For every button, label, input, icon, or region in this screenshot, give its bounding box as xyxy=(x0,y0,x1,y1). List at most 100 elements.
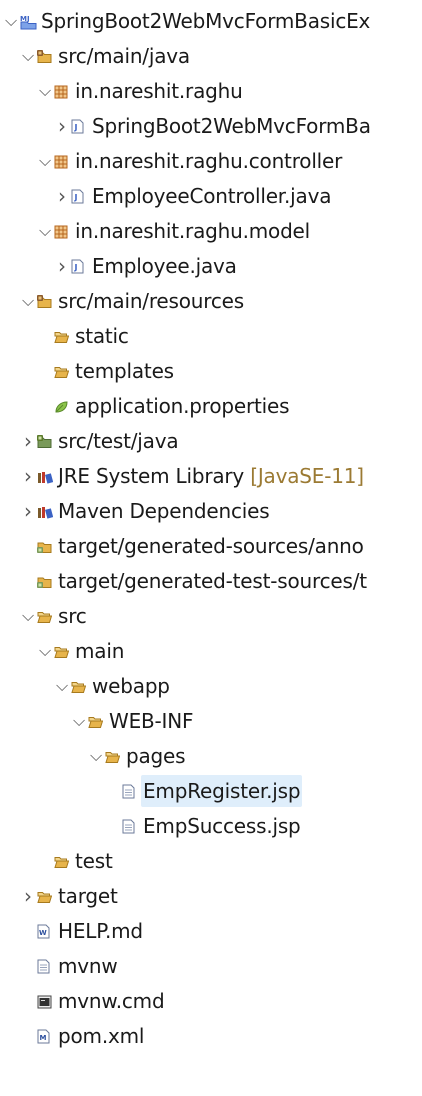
tree-item-label: target/generated-test-sources/t xyxy=(58,569,367,593)
properties-icon xyxy=(54,399,69,413)
tree-item-label: src/test/java xyxy=(58,429,179,453)
tree-item-src-test-java[interactable]: src/test/java xyxy=(0,425,422,457)
folder-icon xyxy=(54,329,70,343)
tree-item-label: src/main/resources xyxy=(58,289,244,313)
markdown-file-icon: W xyxy=(37,924,52,939)
tree-item-label: HELP.md xyxy=(58,919,143,943)
tree-item-label: mvnw.cmd xyxy=(58,989,165,1013)
tree-item-employeecontroller-java[interactable]: J EmployeeController.java xyxy=(0,180,422,212)
tree-item-jre-system-library[interactable]: JRE System Library [JavaSE-11] xyxy=(0,460,422,492)
tree-item-target[interactable]: target xyxy=(0,880,422,912)
tree-item-springboot2webmvcformbasicex[interactable]: MJSpringBoot2WebMvcFormBasicEx xyxy=(0,5,422,37)
tree-item-templates[interactable]: templates xyxy=(0,355,422,387)
source-folder-icon xyxy=(37,49,52,63)
tree-item-in-nareshit-raghu-controller[interactable]: in.nareshit.raghu.controller xyxy=(0,145,422,177)
tree-item-label: EmployeeController.java xyxy=(92,184,332,208)
tree-item-label: in.nareshit.raghu.controller xyxy=(75,149,343,173)
tree-item-label: main xyxy=(75,639,125,663)
tree-item-label: mvnw xyxy=(58,954,118,978)
tree-item-label: pom.xml xyxy=(58,1024,145,1048)
tree-item-target-generated-test-sources-t[interactable]: target/generated-test-sources/t xyxy=(0,565,422,597)
library-icon xyxy=(37,504,54,519)
tree-item-empsuccess-jsp[interactable]: EmpSuccess.jsp xyxy=(0,810,422,842)
svg-text:W: W xyxy=(39,929,47,937)
tree-item-target-generated-sources-anno[interactable]: target/generated-sources/anno xyxy=(0,530,422,562)
chevron-down-icon[interactable] xyxy=(22,40,34,72)
maven-pom-icon: M xyxy=(37,1029,52,1044)
chevron-down-icon[interactable] xyxy=(56,670,68,702)
tree-item-main[interactable]: main xyxy=(0,635,422,667)
tree-item-label: application.properties xyxy=(75,394,290,418)
chevron-right-icon[interactable] xyxy=(56,250,68,282)
folder-open-icon xyxy=(71,679,87,693)
tree-item-springboot2webmvcformba[interactable]: J SpringBoot2WebMvcFormBa xyxy=(0,110,422,142)
tree-item-webapp[interactable]: webapp xyxy=(0,670,422,702)
java-file-icon: J xyxy=(71,119,86,134)
svg-text:J: J xyxy=(74,193,78,202)
tree-item-src-main-resources[interactable]: src/main/resources xyxy=(0,285,422,317)
chevron-right-icon[interactable] xyxy=(22,425,34,457)
svg-text:M: M xyxy=(40,1034,47,1042)
tree-item-label: target xyxy=(58,884,118,908)
library-icon xyxy=(37,469,54,484)
tree-item-label: Maven Dependencies xyxy=(58,499,270,523)
tree-item-label: test xyxy=(75,849,113,873)
java-file-icon: J xyxy=(71,189,86,204)
chevron-down-icon[interactable] xyxy=(39,635,51,667)
tree-item-label: SpringBoot2WebMvcFormBasicEx xyxy=(41,9,371,33)
chevron-down-icon[interactable] xyxy=(22,600,34,632)
tree-item-src-main-java[interactable]: src/main/java xyxy=(0,40,422,72)
jsp-file-icon xyxy=(122,819,137,834)
tree-item-label: in.nareshit.raghu xyxy=(75,79,243,103)
tree-item-label: pages xyxy=(126,744,186,768)
tree-item-mvnw-cmd[interactable]: mvnw.cmd xyxy=(0,985,422,1017)
tree-item-employee-java[interactable]: J Employee.java xyxy=(0,250,422,282)
chevron-down-icon[interactable] xyxy=(90,740,102,772)
tree-item-test[interactable]: test xyxy=(0,845,422,877)
chevron-down-icon[interactable] xyxy=(5,5,17,37)
folder-open-icon xyxy=(105,749,121,763)
tree-item-in-nareshit-raghu-model[interactable]: in.nareshit.raghu.model xyxy=(0,215,422,247)
tree-item-web-inf[interactable]: WEB-INF xyxy=(0,705,422,737)
chevron-right-icon[interactable] xyxy=(22,495,34,527)
tree-item-label: src/main/java xyxy=(58,44,190,68)
chevron-right-icon[interactable] xyxy=(22,460,34,492)
tree-item-decoration: [JavaSE-11] xyxy=(244,464,364,488)
tree-item-static[interactable]: static xyxy=(0,320,422,352)
tree-item-label: static xyxy=(75,324,129,348)
chevron-down-icon[interactable] xyxy=(22,285,34,317)
chevron-down-icon[interactable] xyxy=(39,75,51,107)
tree-item-in-nareshit-raghu[interactable]: in.nareshit.raghu xyxy=(0,75,422,107)
chevron-right-icon[interactable] xyxy=(22,880,34,912)
source-folder-icon xyxy=(37,294,52,308)
tree-item-mvnw[interactable]: mvnw xyxy=(0,950,422,982)
svg-text:J: J xyxy=(74,263,78,272)
jsp-file-icon xyxy=(122,784,137,799)
generated-folder-icon xyxy=(37,539,52,553)
folder-icon xyxy=(54,364,70,378)
tree-item-empregister-jsp[interactable]: EmpRegister.jsp xyxy=(0,775,422,807)
tree-item-src[interactable]: src xyxy=(0,600,422,632)
tree-item-label: webapp xyxy=(92,674,170,698)
tree-item-label: templates xyxy=(75,359,174,383)
java-file-icon: J xyxy=(71,259,86,274)
chevron-right-icon[interactable] xyxy=(56,110,68,142)
tree-item-help-md[interactable]: W HELP.md xyxy=(0,915,422,947)
folder-icon xyxy=(54,854,70,868)
chevron-down-icon[interactable] xyxy=(73,705,85,737)
chevron-down-icon[interactable] xyxy=(39,145,51,177)
test-source-folder-icon xyxy=(37,434,52,448)
tree-item-pom-xml[interactable]: Mpom.xml xyxy=(0,1020,422,1052)
tree-item-pages[interactable]: pages xyxy=(0,740,422,772)
generated-folder-icon xyxy=(37,574,52,588)
package-icon xyxy=(54,224,69,239)
chevron-right-icon[interactable] xyxy=(56,180,68,212)
folder-open-icon xyxy=(54,644,70,658)
tree-item-application-properties[interactable]: application.properties xyxy=(0,390,422,422)
folder-open-icon xyxy=(88,714,104,728)
tree-item-maven-dependencies[interactable]: Maven Dependencies xyxy=(0,495,422,527)
tree-item-label: WEB-INF xyxy=(109,709,194,733)
folder-icon xyxy=(37,889,53,903)
svg-text:J: J xyxy=(74,123,78,132)
chevron-down-icon[interactable] xyxy=(39,215,51,247)
